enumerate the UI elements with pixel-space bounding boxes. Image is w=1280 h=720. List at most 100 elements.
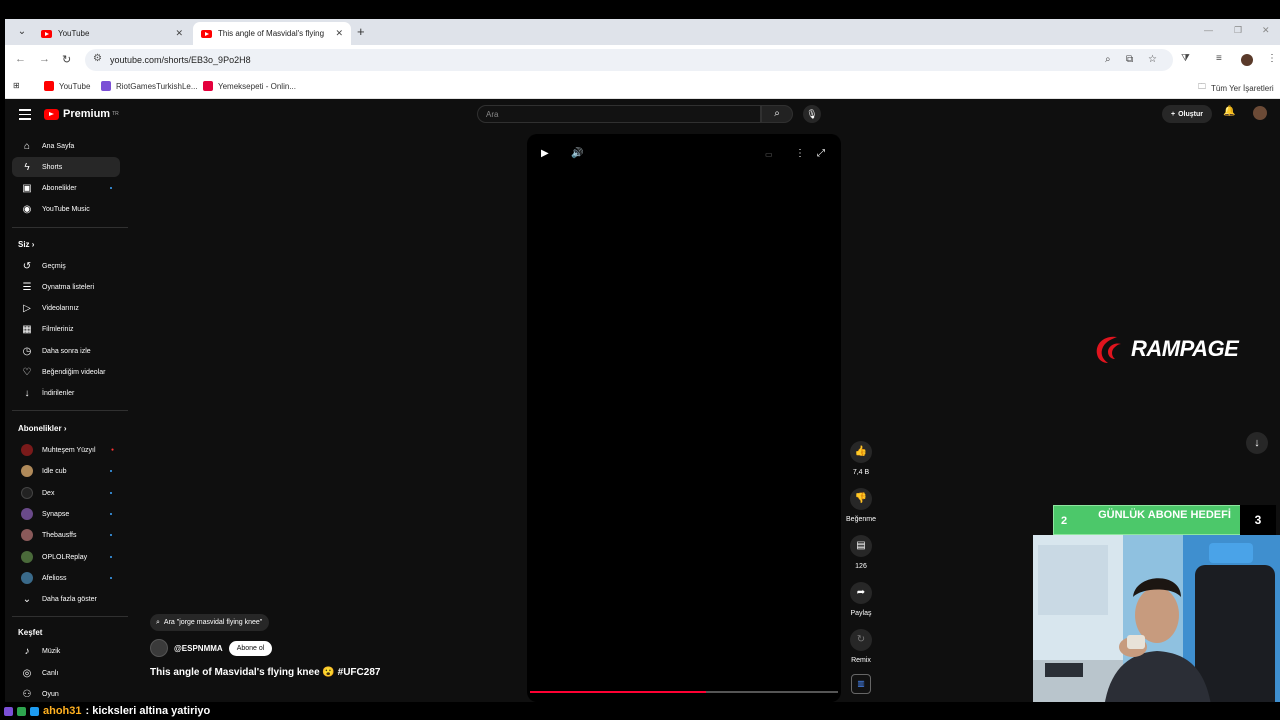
bookmark-yemeksepeti[interactable]: Yemeksepeti - Onlin... xyxy=(203,81,296,91)
sponsor-name: RAMPAGE xyxy=(1131,336,1239,361)
video-progress-bar[interactable] xyxy=(530,691,838,693)
shorts-video-player[interactable]: ▶ 🔊 ▭ ⋮ ⤢ xyxy=(527,134,841,702)
site-settings-icon[interactable]: ⚙ xyxy=(93,53,102,64)
close-window-icon[interactable]: ✕ xyxy=(1262,25,1270,36)
search-button[interactable]: ⌕ xyxy=(761,105,793,123)
next-short-button[interactable]: ↓ xyxy=(1246,432,1268,454)
sidebar-item-label: Videolarınız xyxy=(42,304,79,312)
volume-icon[interactable]: 🔊 xyxy=(571,148,583,159)
tab-close-icon[interactable]: ✕ xyxy=(335,28,343,39)
maximize-icon[interactable]: ❐ xyxy=(1234,25,1242,36)
voice-search-button[interactable]: 🎙 xyxy=(803,105,821,123)
captions-icon[interactable]: ▭ xyxy=(765,150,773,159)
dislike-button[interactable]: 👎 Beğenme xyxy=(835,488,887,523)
forward-icon[interactable]: → xyxy=(39,53,50,65)
back-icon[interactable]: ← xyxy=(15,53,26,65)
bookmark-riotgames[interactable]: RiotGamesTurkishLe... xyxy=(101,81,198,91)
subscribe-button[interactable]: Abone ol xyxy=(228,640,273,656)
channel-handle[interactable]: @ESPNMMA xyxy=(174,644,223,653)
sidebar-item-history[interactable]: ↺ Geçmiş xyxy=(12,256,120,276)
tab-shorts-video[interactable]: This angle of Masvidal's flying ✕ xyxy=(193,22,351,45)
tab-close-icon[interactable]: ✕ xyxy=(175,28,183,39)
sidebar-item-shorts[interactable]: ϟ Shorts xyxy=(12,157,120,177)
arrow-down-icon: ↓ xyxy=(1254,437,1260,449)
play-icon[interactable]: ▶ xyxy=(541,148,549,159)
sidebar-sub-thebausffs[interactable]: Thebausffs xyxy=(12,525,120,545)
sidebar-item-label: Ana Sayfa xyxy=(42,142,75,150)
remix-button[interactable]: ↻ Remix xyxy=(835,629,887,664)
your-videos-icon: ▷ xyxy=(23,302,31,314)
sidebar-sub-muhtesem-yuzyil[interactable]: Muhteşem Yüzyıl ● xyxy=(12,440,120,460)
notifications-bell-icon[interactable]: 🔔 xyxy=(1223,106,1235,117)
sidebar-item-youtube-music[interactable]: ◉ YouTube Music xyxy=(12,199,120,219)
sidebar-item-gaming[interactable]: ⚇ Oyun xyxy=(12,684,120,702)
sidebar-section-subscriptions[interactable]: Abonelikler › xyxy=(18,424,66,433)
section-title: Keşfet xyxy=(18,628,43,637)
sidebar-item-your-videos[interactable]: ▷ Videolarınız xyxy=(12,298,120,318)
browser-toolbar: ← → ↻ ⚙ youtube.com/shorts/EB3o_9Po2H8 ⌕… xyxy=(5,45,1280,75)
sidebar-item-music[interactable]: ♪ Müzik xyxy=(12,641,120,661)
sidebar-item-movies[interactable]: ▦ Filmleriniz xyxy=(12,319,120,339)
account-avatar[interactable] xyxy=(1253,106,1267,120)
thumbs-down-icon: 👎 xyxy=(850,488,872,510)
more-options-icon[interactable]: ⋮ xyxy=(795,148,805,159)
install-app-icon[interactable]: ⧉ xyxy=(1126,54,1133,65)
reload-icon[interactable]: ↻ xyxy=(62,53,71,66)
bookmark-youtube[interactable]: YouTube xyxy=(44,81,90,91)
browser-menu-icon[interactable]: ⋮ xyxy=(1267,53,1277,64)
sidebar-item-label: Daha fazla göster xyxy=(42,595,97,603)
rampage-sponsor-logo: RAMPAGE xyxy=(1091,332,1275,366)
sidebar-item-subscriptions[interactable]: ▣ Abonelikler xyxy=(12,178,120,198)
live-indicator-icon: ● xyxy=(110,447,114,453)
sound-thumbnail[interactable]: ▥ xyxy=(851,674,871,694)
related-search-chip[interactable]: ⌕ Ara "jorge masvidal flying knee" xyxy=(150,614,270,631)
channel-avatar[interactable] xyxy=(150,639,168,657)
sidebar-sub-oplolreplay[interactable]: OPLOLReplay xyxy=(12,547,120,567)
share-button[interactable]: ➦ Paylaş xyxy=(835,582,887,617)
music-icon: ◉ xyxy=(22,203,32,215)
zoom-icon[interactable]: ⌕ xyxy=(1105,54,1111,65)
apps-grid-icon[interactable]: ⊞ xyxy=(13,81,20,90)
goal-title: GÜNLÜK ABONE HEDEFİ xyxy=(1098,509,1231,521)
sidebar-sub-afelioss[interactable]: Afelioss xyxy=(12,568,120,588)
sidebar-sub-idle-cub[interactable]: Idle cub xyxy=(12,461,120,481)
sidebar-item-downloads[interactable]: ↓ İndirilenler xyxy=(12,383,120,403)
sidebar-section-you[interactable]: Siz › xyxy=(18,240,34,249)
media-control-icon[interactable]: ≡ xyxy=(1216,53,1222,64)
tab-search-icon[interactable]: ⌄ xyxy=(15,25,29,39)
menu-icon[interactable] xyxy=(19,109,31,123)
sidebar-sub-dex[interactable]: Dex xyxy=(12,483,120,503)
sidebar-divider xyxy=(12,410,128,411)
extensions-icon[interactable]: ⧩ xyxy=(1181,53,1190,64)
like-button[interactable]: 👍 7,4 B xyxy=(835,441,887,476)
tab-youtube[interactable]: YouTube ✕ xyxy=(33,22,191,45)
sidebar-item-label: Shorts xyxy=(42,163,63,171)
sidebar-show-more[interactable]: ⌄ Daha fazla göster xyxy=(12,589,120,609)
sidebar-item-label: OPLOLReplay xyxy=(42,553,88,561)
sidebar-item-watch-later[interactable]: ◷ Daha sonra izle xyxy=(12,341,120,361)
sidebar-item-playlists[interactable]: ☰ Oynatma listeleri xyxy=(12,277,120,297)
sidebar-item-home[interactable]: ⌂ Ana Sayfa xyxy=(12,136,120,156)
all-bookmarks[interactable]: 🗀 Tüm Yer İşaretleri xyxy=(1198,81,1274,95)
youtube-premium-logo[interactable]: Premium TR xyxy=(44,108,119,120)
fullscreen-icon[interactable]: ⤢ xyxy=(817,148,825,159)
profile-avatar[interactable] xyxy=(1241,54,1253,66)
address-bar[interactable]: ⚙ youtube.com/shorts/EB3o_9Po2H8 ⌕ ⧉ ☆ xyxy=(85,49,1173,71)
bookmark-star-icon[interactable]: ☆ xyxy=(1148,54,1157,65)
minimize-icon[interactable]: — xyxy=(1204,25,1213,35)
comments-button[interactable]: ▤ 126 xyxy=(835,535,887,570)
sidebar-item-live[interactable]: ◎ Canlı xyxy=(12,663,120,683)
search-input[interactable]: Ara xyxy=(477,105,761,123)
folder-icon: 🗀 xyxy=(1198,82,1206,91)
youtube-favicon-icon xyxy=(41,29,52,38)
new-tab-button[interactable]: + xyxy=(357,24,365,39)
sidebar-section-explore: Keşfet xyxy=(18,628,42,637)
create-button[interactable]: + Oluştur xyxy=(1162,105,1212,123)
downloads-icon: ↓ xyxy=(24,387,30,399)
url-text[interactable]: youtube.com/shorts/EB3o_9Po2H8 xyxy=(110,55,251,65)
short-title[interactable]: This angle of Masvidal's flying knee 😮 #… xyxy=(150,667,380,678)
sidebar-sub-synapse[interactable]: Synapse xyxy=(12,504,120,524)
history-icon: ↺ xyxy=(22,260,32,272)
channel-avatar xyxy=(21,508,33,520)
sidebar-item-liked-videos[interactable]: ♡ Beğendiğim videolar xyxy=(12,362,120,382)
